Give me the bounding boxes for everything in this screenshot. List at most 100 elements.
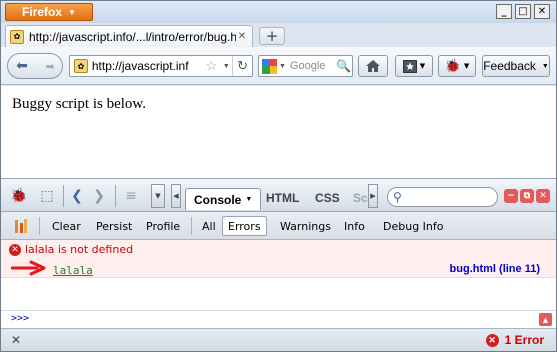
home-button[interactable] bbox=[358, 55, 388, 77]
page-content: Buggy script is below. bbox=[1, 86, 556, 178]
tab-console-label: Console bbox=[194, 192, 242, 207]
title-bar: Firefox ▼ _ □ ✕ bbox=[1, 1, 556, 23]
console-error-row[interactable]: ✕ lalala is not defined lalala bug.html … bbox=[1, 240, 556, 278]
bookmarks-icon bbox=[402, 59, 417, 73]
tab-css-label: CSS bbox=[315, 191, 340, 205]
back-button[interactable]: ⬅ bbox=[8, 54, 36, 78]
back-forward-group: ⬅ ➡ bbox=[7, 53, 63, 79]
plus-icon: + bbox=[265, 27, 279, 45]
search-icon[interactable]: 🔍 bbox=[336, 59, 352, 73]
back-arrow-icon: ⬅ bbox=[16, 58, 28, 74]
minimize-icon: _ bbox=[501, 6, 507, 17]
close-icon: ✕ bbox=[537, 6, 547, 17]
close-window-button[interactable]: ✕ bbox=[534, 4, 550, 19]
feedback-button[interactable]: Feedback ▼ bbox=[482, 55, 550, 77]
error-source-link[interactable]: bug.html (line 11) bbox=[450, 263, 540, 275]
profile-button[interactable]: Profile bbox=[141, 216, 185, 236]
filter-errors-label: Errors bbox=[228, 219, 261, 233]
close-addon-bar-icon[interactable]: ✕ bbox=[11, 333, 21, 347]
detach-firebug-icon[interactable]: ⧉ bbox=[520, 189, 534, 203]
clear-button[interactable]: Clear bbox=[47, 216, 86, 236]
minimize-button[interactable]: _ bbox=[496, 4, 512, 19]
error-icon: ✕ bbox=[485, 333, 499, 347]
firebug-bug-icon: 🐞 bbox=[444, 58, 461, 74]
search-engine-dropdown-icon[interactable]: ▼ bbox=[279, 63, 286, 70]
tab-script-label: Sc bbox=[353, 191, 368, 205]
firebug-search-input[interactable]: ⚲ bbox=[387, 187, 498, 207]
page-favicon-icon: ✿ bbox=[10, 29, 24, 44]
search-bar[interactable]: ▼ Google 🔍 bbox=[258, 55, 353, 77]
chevron-down-icon: ▼ bbox=[68, 7, 76, 17]
inspect-element-icon[interactable]: ⬚ bbox=[37, 186, 57, 206]
error-source-line[interactable]: lalala bbox=[53, 264, 93, 277]
tab-close-icon[interactable]: ✕ bbox=[236, 31, 248, 43]
url-history-dropdown-icon[interactable]: ▼ bbox=[220, 63, 232, 70]
reload-icon[interactable]: ↻ bbox=[232, 56, 252, 76]
browser-window: Firefox ▼ _ □ ✕ ✿ http://javascript.info… bbox=[0, 0, 557, 352]
red-arrow-icon bbox=[11, 260, 46, 276]
maximize-button[interactable]: □ bbox=[515, 4, 531, 19]
maximize-icon: □ bbox=[518, 6, 528, 17]
back-arrow-icon[interactable]: ❮ bbox=[67, 186, 87, 206]
tab-title: http://javascript.info/...l/intro/error/… bbox=[29, 29, 236, 44]
firebug-menu-icon[interactable]: 🐞 bbox=[9, 186, 29, 206]
firefox-menu-button[interactable]: Firefox ▼ bbox=[5, 3, 93, 21]
tab-script[interactable]: Sc bbox=[353, 188, 368, 208]
toolbar-separator bbox=[115, 185, 116, 207]
clear-label: Clear bbox=[52, 219, 81, 233]
menu-lines-icon[interactable]: ≡ bbox=[121, 186, 141, 206]
navigation-toolbar: ⬅ ➡ ✿ http://javascript.inf ☆ ▼ ↻ ▼ Goog… bbox=[1, 47, 556, 85]
tabs-scroll-right-button[interactable]: ▶ bbox=[368, 184, 378, 208]
expand-command-editor-icon[interactable]: ▲ bbox=[539, 313, 552, 326]
minimize-firebug-icon[interactable]: − bbox=[504, 189, 518, 203]
forward-button[interactable]: ➡ bbox=[38, 54, 62, 78]
forward-arrow-icon: ➡ bbox=[45, 59, 55, 73]
filter-debug-info-button[interactable]: Debug Info bbox=[378, 216, 449, 236]
persist-button[interactable]: Persist bbox=[91, 216, 137, 236]
subbar-separator bbox=[191, 217, 192, 235]
console-options-icon-graphic bbox=[15, 219, 27, 233]
search-icon: ⚲ bbox=[393, 190, 402, 204]
tab-bug-html[interactable]: ✿ http://javascript.info/...l/intro/erro… bbox=[5, 25, 253, 47]
tab-bar: ✿ http://javascript.info/...l/intro/erro… bbox=[1, 23, 556, 47]
search-input[interactable]: Google bbox=[290, 60, 336, 72]
forward-arrow-icon[interactable]: ❯ bbox=[89, 186, 109, 206]
bookmarks-button[interactable]: ▼ bbox=[395, 55, 433, 77]
tabs-scroll-left-button[interactable]: ◀ bbox=[171, 184, 181, 208]
panel-list-dropdown[interactable]: ▼ bbox=[151, 184, 165, 208]
bookmark-star-icon[interactable]: ☆ bbox=[203, 58, 221, 74]
filter-info-button[interactable]: Info bbox=[339, 216, 370, 236]
filter-all-button[interactable]: All bbox=[197, 216, 221, 236]
site-identity-icon[interactable]: ✿ bbox=[74, 59, 88, 73]
close-firebug-icon[interactable]: ✕ bbox=[536, 189, 550, 203]
tab-html[interactable]: HTML bbox=[266, 188, 299, 208]
filter-debug-info-label: Debug Info bbox=[383, 219, 444, 233]
filter-warnings-button[interactable]: Warnings bbox=[275, 216, 336, 236]
filter-errors-button[interactable]: Errors bbox=[222, 216, 267, 236]
console-options-icon[interactable] bbox=[9, 216, 33, 236]
tab-css[interactable]: CSS bbox=[315, 188, 340, 208]
error-message: lalala is not defined bbox=[25, 243, 134, 256]
error-icon: ✕ bbox=[9, 244, 21, 256]
feedback-label: Feedback bbox=[483, 59, 536, 73]
firefox-menu-label: Firefox bbox=[22, 5, 63, 19]
command-line[interactable]: >>> ▲ bbox=[1, 310, 556, 328]
profile-label: Profile bbox=[146, 219, 181, 233]
firebug-toolbar-button[interactable]: 🐞 ▼ bbox=[438, 55, 476, 77]
google-engine-icon[interactable] bbox=[262, 58, 277, 74]
command-prompt: >>> bbox=[11, 313, 30, 324]
new-tab-button[interactable]: + bbox=[259, 27, 285, 45]
error-count-indicator[interactable]: ✕ 1 Error bbox=[485, 333, 544, 347]
chevron-down-icon: ▼ bbox=[245, 196, 253, 203]
persist-label: Persist bbox=[96, 219, 133, 233]
url-text[interactable]: http://javascript.inf bbox=[92, 59, 203, 73]
firebug-toolbar: 🐞 ⬚ ❮ ❯ ≡ ▼ ◀ Console ▼ HTML CSS Sc ▶ ⚲ … bbox=[1, 178, 556, 212]
status-bar: ✕ ✕ 1 Error bbox=[1, 328, 556, 351]
home-icon bbox=[366, 60, 380, 72]
tab-console[interactable]: Console ▼ bbox=[185, 188, 262, 210]
error-count-label: 1 Error bbox=[504, 333, 544, 347]
console-subbar: Clear Persist Profile All Errors Warning… bbox=[1, 212, 556, 240]
console-log: ✕ lalala is not defined lalala bug.html … bbox=[1, 240, 556, 310]
page-body-text: Buggy script is below. bbox=[12, 96, 147, 112]
url-bar[interactable]: ✿ http://javascript.inf ☆ ▼ ↻ bbox=[69, 55, 253, 77]
